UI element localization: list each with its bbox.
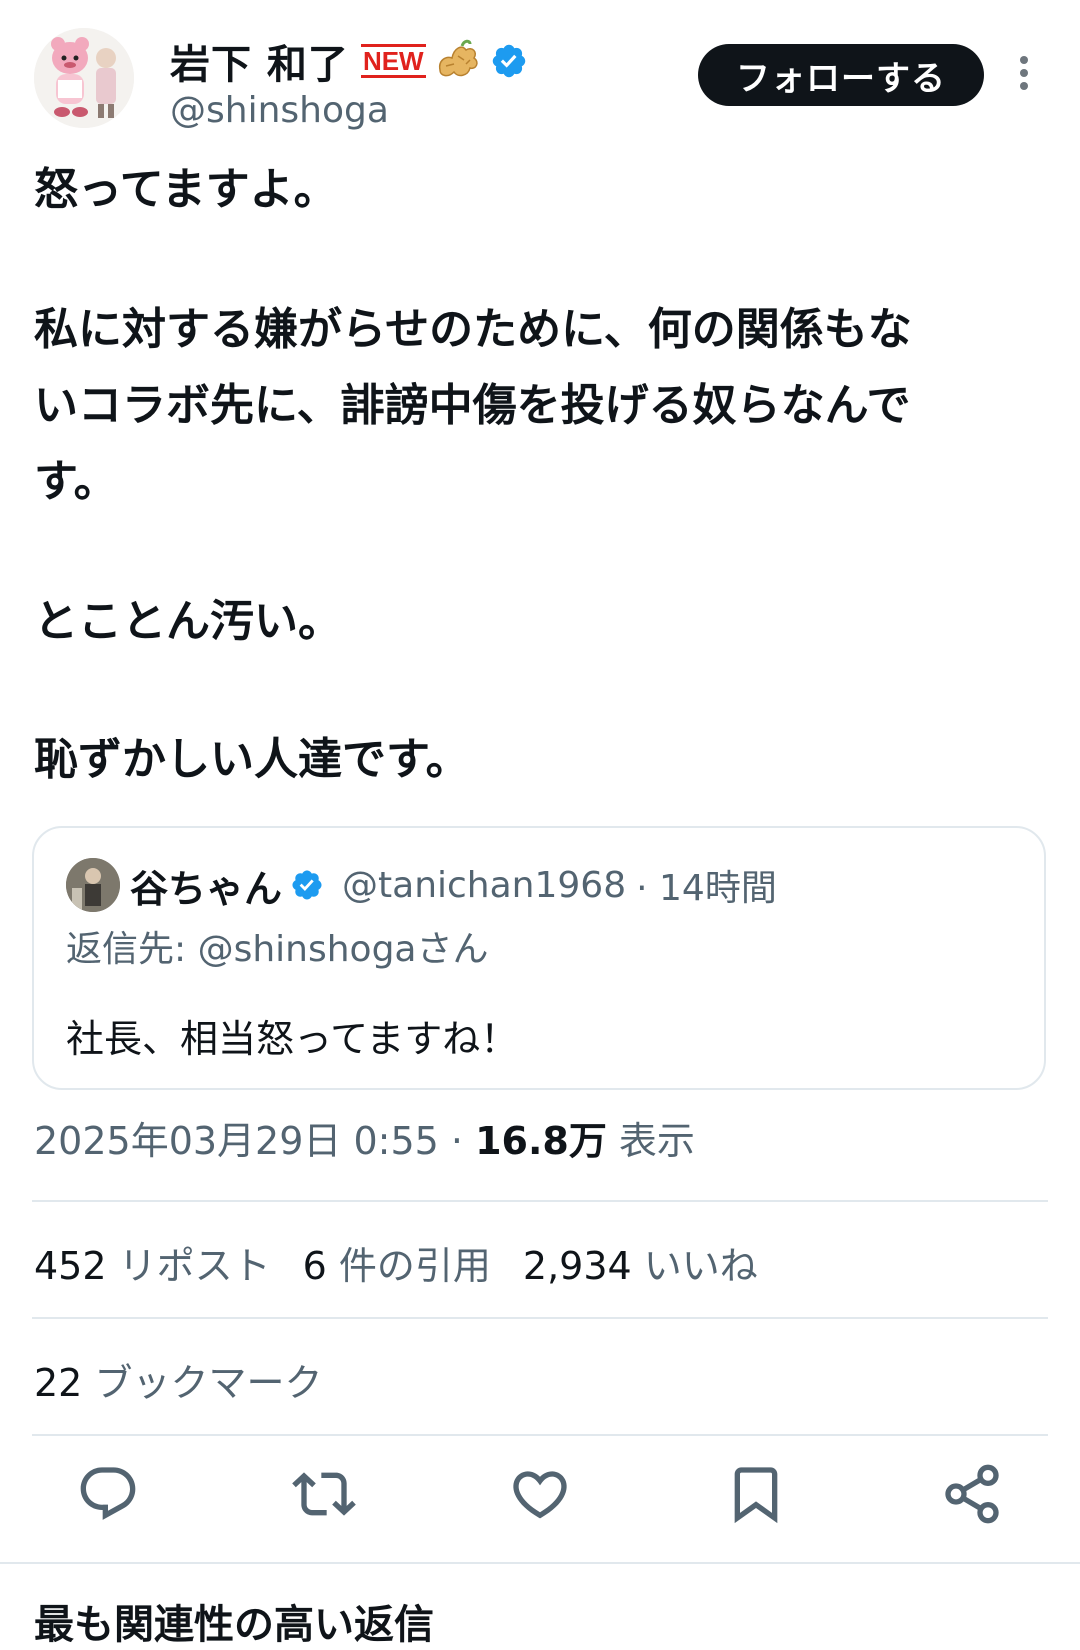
quotes-count[interactable]: 6	[303, 1244, 327, 1288]
quoted-author-name[interactable]: 谷ちゃん	[130, 858, 282, 913]
divider	[32, 1200, 1048, 1202]
divider	[32, 1317, 1048, 1319]
post-line-1: 怒ってますよ。	[34, 164, 338, 215]
author-name-row[interactable]: 岩下 和了 NEW	[170, 34, 528, 88]
verified-icon	[492, 44, 525, 78]
likes-count[interactable]: 2,934	[523, 1244, 632, 1288]
new-badge: NEW	[360, 44, 426, 78]
bookmarks-count[interactable]: 22	[34, 1361, 82, 1405]
quoted-author-avatar[interactable]	[66, 858, 120, 912]
ginger-icon	[438, 39, 478, 77]
post-line-6: 恥ずかしい人達です。	[34, 734, 470, 785]
replies-section-title: 最も関連性の高い返信	[34, 1602, 434, 1648]
author-name[interactable]: 岩下 和了	[170, 32, 349, 90]
reply-suffix: さん	[416, 929, 489, 970]
repost-icon[interactable]	[292, 1462, 356, 1526]
views-label: 表示	[606, 1119, 695, 1163]
reply-mention[interactable]: @shinshoga	[198, 929, 417, 970]
reply-icon[interactable]	[76, 1462, 140, 1526]
quoted-author-handle[interactable]: @tanichan1968	[342, 865, 626, 906]
reply-prefix: 返信先:	[66, 929, 198, 970]
post-meta: 2025年03月29日 0:55 · 16.8万 表示	[34, 1110, 695, 1165]
reply-to-line: 返信先: @shinshogaさん	[66, 920, 489, 972]
reposts-label[interactable]: リポスト	[107, 1244, 271, 1288]
post-line-3: いコラボ先に、誹謗中傷を投げる奴らなんで	[34, 380, 911, 431]
quotes-label[interactable]: 件の引用	[327, 1244, 491, 1288]
divider	[32, 1434, 1048, 1436]
bookmarks-label[interactable]: ブックマーク	[82, 1361, 322, 1405]
author-avatar[interactable]	[34, 28, 134, 128]
share-icon[interactable]	[940, 1462, 1004, 1526]
views-count: 16.8万	[475, 1119, 607, 1163]
quoted-time: · 14時間	[636, 868, 777, 909]
quoted-post[interactable]: 谷ちゃん @tanichan1968 · 14時間 返信先: @shinshog…	[32, 826, 1046, 1090]
likes-label[interactable]: いいね	[632, 1244, 758, 1288]
action-bar	[0, 1462, 1080, 1542]
quoted-text: 社長、相当怒ってますね！	[66, 1017, 519, 1061]
more-icon[interactable]	[1012, 52, 1036, 96]
engagement-stats: 452 リポスト 6 件の引用 2,934 いいね	[34, 1235, 790, 1290]
author-handle[interactable]: @shinshoga	[170, 90, 389, 131]
like-icon[interactable]	[508, 1462, 572, 1526]
post-timestamp[interactable]: 2025年03月29日 0:55 ·	[34, 1119, 475, 1163]
divider	[0, 1562, 1080, 1564]
post-line-4: す。	[34, 456, 118, 507]
follow-button[interactable]: フォローする	[698, 44, 984, 106]
verified-icon	[292, 870, 322, 900]
bookmark-icon[interactable]	[724, 1462, 788, 1526]
reposts-count[interactable]: 452	[34, 1244, 107, 1288]
post-line-5: とことん汚い。	[34, 596, 342, 647]
quoted-header: 谷ちゃん @tanichan1968 · 14時間	[130, 854, 777, 916]
post-header: 岩下 和了 NEW @shinshoga フォローする	[0, 0, 1080, 140]
bookmarks-stat: 22 ブックマーク	[34, 1352, 322, 1407]
post-line-2: 私に対する嫌がらせのために、何の関係もな	[34, 304, 912, 355]
